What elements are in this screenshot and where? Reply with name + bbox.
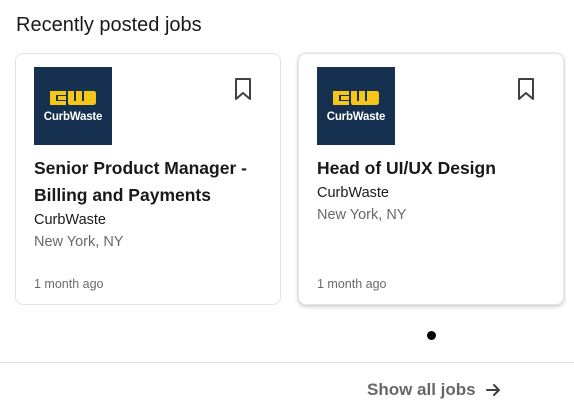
company-logo[interactable]: CurbWaste [317, 67, 395, 145]
curbwaste-logo-mark [333, 91, 379, 105]
show-all-jobs-link[interactable]: Show all jobs [367, 378, 502, 402]
company-name: CurbWaste [317, 185, 389, 201]
posted-time: 1 month ago [34, 277, 104, 291]
curbwaste-logo-mark [50, 91, 96, 105]
show-all-jobs-label: Show all jobs [367, 380, 476, 399]
job-location: New York, NY [317, 207, 407, 223]
job-title[interactable]: Senior Product Manager - Billing and Pay… [34, 155, 264, 209]
job-card[interactable]: CurbWaste Head of UI/UX Design CurbWaste… [298, 53, 564, 305]
job-location: New York, NY [34, 234, 124, 250]
logo-text: CurbWaste [326, 111, 386, 123]
logo-text: CurbWaste [43, 111, 103, 123]
carousel-page-indicator[interactable] [427, 331, 436, 340]
company-logo[interactable]: CurbWaste [34, 67, 112, 145]
arrow-right-icon [485, 384, 500, 396]
company-name: CurbWaste [34, 212, 106, 228]
bookmark-icon[interactable] [515, 76, 537, 102]
bookmark-icon[interactable] [232, 76, 254, 102]
job-card[interactable]: CurbWaste Senior Product Manager - Billi… [15, 53, 281, 305]
section-title: Recently posted jobs [16, 14, 202, 36]
posted-time: 1 month ago [317, 277, 387, 291]
divider [0, 362, 574, 363]
job-title[interactable]: Head of UI/UX Design [317, 155, 547, 182]
